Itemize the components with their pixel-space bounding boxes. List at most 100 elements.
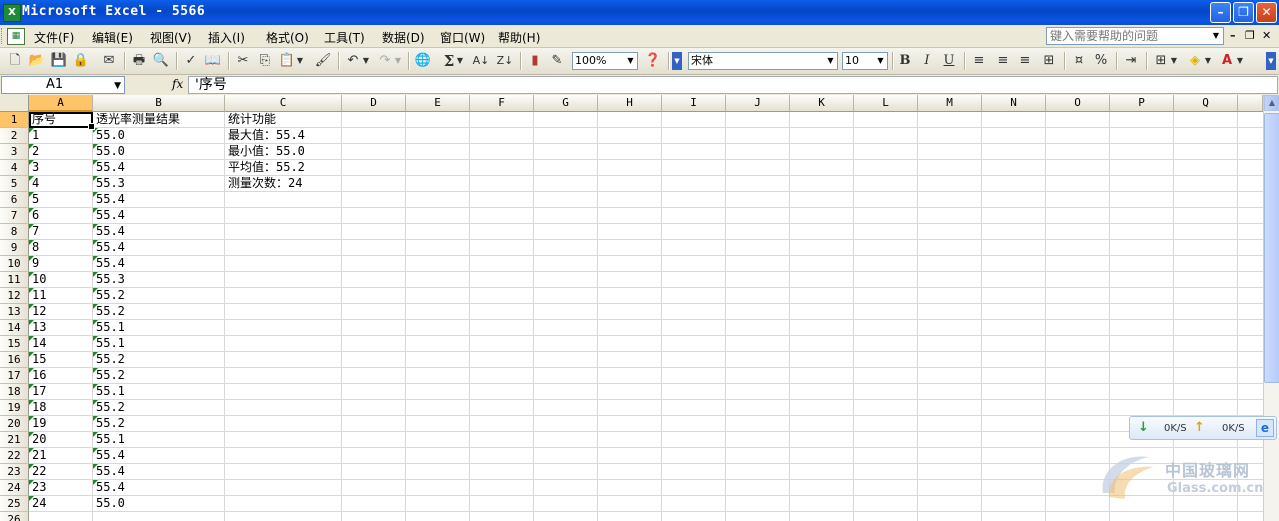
cell-a16[interactable]: 15 [32,352,46,367]
active-cell-border[interactable] [29,112,95,130]
minimize-button[interactable]: – [1210,2,1231,23]
cell-b14[interactable]: 55.1 [96,320,125,335]
font-size-select[interactable]: 10 ▼ [842,52,888,70]
zoom-select[interactable]: 100% ▼ [572,52,638,70]
vertical-scrollbar[interactable]: ▲ [1263,95,1279,521]
row-header-25[interactable]: 25 [0,496,29,512]
cell-b18[interactable]: 55.1 [96,384,125,399]
row-header-12[interactable]: 12 [0,288,29,304]
row-header-4[interactable]: 4 [0,160,29,176]
cell-a12[interactable]: 11 [32,288,46,303]
row-header-11[interactable]: 11 [0,272,29,288]
row-header-18[interactable]: 18 [0,384,29,400]
cut-icon[interactable]: ✂ [234,52,252,70]
underline-button[interactable]: U [940,52,958,70]
sort-ascending-icon[interactable]: A↓ [472,52,490,70]
cell-a24[interactable]: 23 [32,480,46,495]
cell-b5[interactable]: 55.3 [96,176,125,191]
chart-wizard-icon[interactable]: ▮ [526,52,544,70]
cell-b23[interactable]: 55.4 [96,464,125,479]
cell-b13[interactable]: 55.2 [96,304,125,319]
doc-close-button[interactable]: ✕ [1262,29,1271,42]
save-icon[interactable]: 💾 [50,52,68,70]
insert-function-icon[interactable]: fx [172,77,183,91]
row-header-14[interactable]: 14 [0,320,29,336]
italic-button[interactable]: I [918,52,936,70]
fill-color-icon[interactable]: ◈ [1186,52,1204,70]
cell-c2[interactable]: 最大值：55.4 [228,128,305,143]
close-button[interactable]: ✕ [1256,2,1277,23]
workbook-icon[interactable]: ▦ [7,28,25,45]
row-header-15[interactable]: 15 [0,336,29,352]
chevron-down-icon[interactable]: ▼ [394,52,402,70]
undo-icon[interactable]: ↶ [344,52,362,70]
paste-icon[interactable]: 📋 [278,52,296,70]
cell-a19[interactable]: 18 [32,400,46,415]
row-header-8[interactable]: 8 [0,224,29,240]
row-header-26[interactable]: 26 [0,512,29,521]
spelling-icon[interactable]: ✓ [182,52,200,70]
doc-restore-button[interactable]: ❐ [1245,29,1255,42]
chevron-down-icon[interactable]: ▼ [625,54,636,68]
row-header-22[interactable]: 22 [0,448,29,464]
column-header-p[interactable]: P [1110,95,1174,112]
chevron-down-icon[interactable]: ▼ [456,52,464,70]
column-header-f[interactable]: F [470,95,534,112]
column-header-i[interactable]: I [662,95,726,112]
cell-b22[interactable]: 55.4 [96,448,125,463]
cell-a20[interactable]: 19 [32,416,46,431]
menu-edit[interactable]: 编辑(E) [92,29,133,46]
menu-format[interactable]: 格式(O) [266,29,309,46]
row-header-10[interactable]: 10 [0,256,29,272]
column-header-c[interactable]: C [225,95,342,112]
percent-button[interactable]: % [1092,52,1110,70]
align-left-icon[interactable]: ≡ [970,52,988,70]
cell-a23[interactable]: 22 [32,464,46,479]
format-painter-icon[interactable]: 🖌 [314,52,332,70]
cell-b12[interactable]: 55.2 [96,288,125,303]
align-center-icon[interactable]: ≡ [994,52,1012,70]
row-header-9[interactable]: 9 [0,240,29,256]
borders-icon[interactable]: ⊞ [1152,52,1170,70]
menu-help[interactable]: 帮助(H) [498,29,540,46]
research-icon[interactable]: 📖 [204,52,222,70]
currency-icon[interactable]: ¤ [1070,52,1088,70]
column-header-o[interactable]: O [1046,95,1110,112]
cell-b6[interactable]: 55.4 [96,192,125,207]
chevron-down-icon[interactable]: ▼ [114,78,121,94]
row-header-19[interactable]: 19 [0,400,29,416]
row-header-3[interactable]: 3 [0,144,29,160]
permission-icon[interactable]: 🔒 [72,52,90,70]
cell-c3[interactable]: 最小值：55.0 [228,144,305,159]
cell-c5[interactable]: 测量次数：24 [228,176,302,191]
select-all-button[interactable] [0,95,29,112]
drawing-icon[interactable]: ✎ [548,52,566,70]
new-icon[interactable]: 🗋 [6,52,24,70]
row-header-5[interactable]: 5 [0,176,29,192]
cell-c1[interactable]: 统计功能 [228,112,276,127]
cell-b24[interactable]: 55.4 [96,480,125,495]
chevron-down-icon[interactable]: ▼ [1204,52,1212,70]
row-header-20[interactable]: 20 [0,416,29,432]
cell-b4[interactable]: 55.4 [96,160,125,175]
browser-icon[interactable]: e [1256,419,1274,437]
chevron-down-icon[interactable]: ▼ [1170,52,1178,70]
row-header-23[interactable]: 23 [0,464,29,480]
row-header-17[interactable]: 17 [0,368,29,384]
toolbar-options-icon[interactable]: ▼ [1266,52,1276,70]
column-header-n[interactable]: N [982,95,1046,112]
hyperlink-icon[interactable]: 🌐 [414,52,432,70]
cell-b9[interactable]: 55.4 [96,240,125,255]
cell-a22[interactable]: 21 [32,448,46,463]
row-header-24[interactable]: 24 [0,480,29,496]
row-header-7[interactable]: 7 [0,208,29,224]
merge-center-icon[interactable]: ⊞ [1040,52,1058,70]
column-header-a[interactable]: A [29,95,93,112]
cell-b3[interactable]: 55.0 [96,144,125,159]
column-header-d[interactable]: D [342,95,406,112]
chevron-down-icon[interactable]: ▼ [825,54,836,68]
cell-b8[interactable]: 55.4 [96,224,125,239]
chevron-down-icon[interactable]: ▼ [875,54,886,68]
column-header-j[interactable]: J [726,95,790,112]
scroll-up-icon[interactable]: ▲ [1264,95,1279,111]
